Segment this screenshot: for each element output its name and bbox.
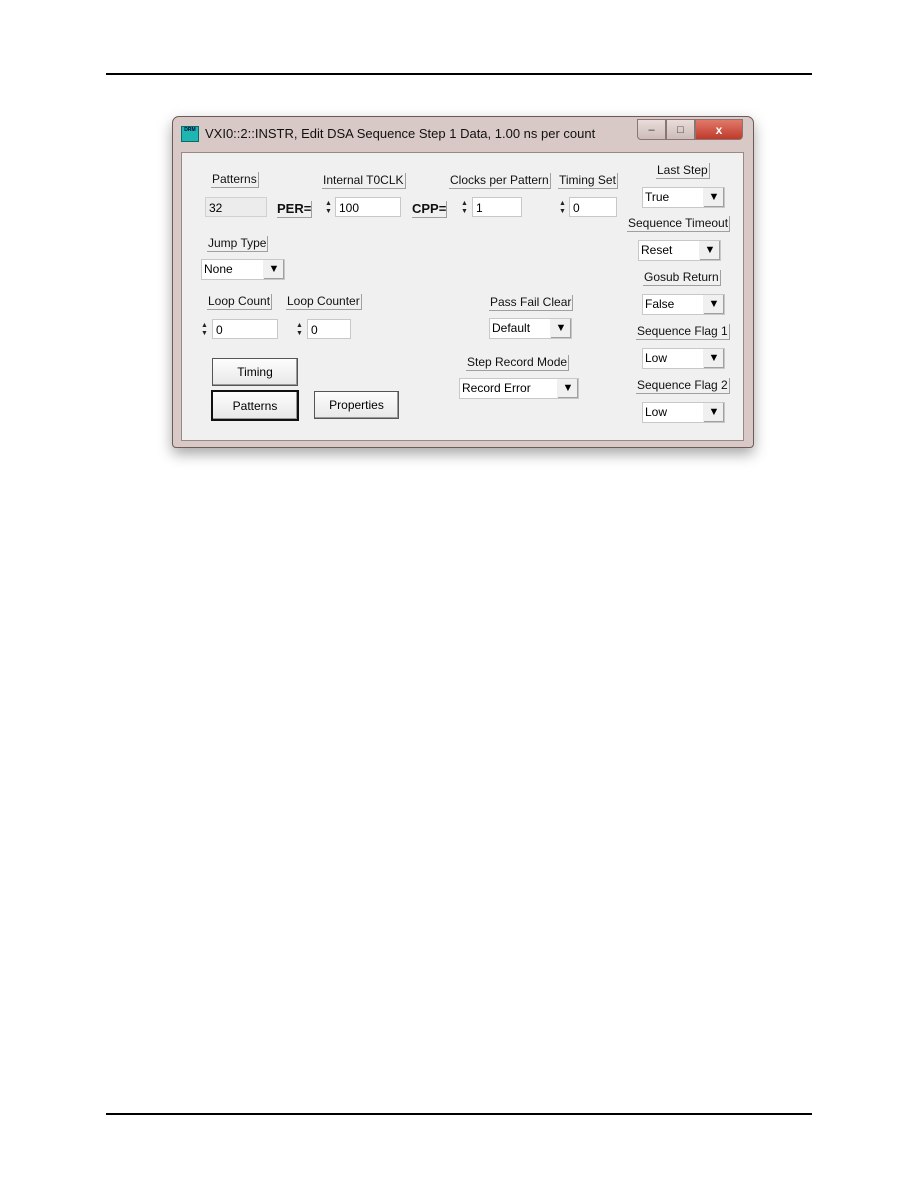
last-step-select[interactable]: True ▼	[642, 187, 725, 208]
patterns-label: Patterns	[211, 172, 259, 188]
spin-down-icon: ▼	[296, 330, 303, 337]
last-step-label: Last Step	[656, 163, 710, 179]
close-button[interactable]: x	[695, 119, 743, 140]
spin-down-icon: ▼	[201, 330, 208, 337]
spin-up-icon: ▲	[461, 200, 468, 207]
step-record-mode-label: Step Record Mode	[466, 355, 570, 371]
internal-t0clk-input[interactable]: 100	[335, 197, 401, 217]
maximize-icon: □	[677, 123, 684, 136]
window-title: VXI0::2::INSTR, Edit DSA Sequence Step 1…	[205, 126, 596, 141]
dropdown-arrow-icon[interactable]: ▼	[703, 403, 724, 422]
footer-rule	[106, 1113, 812, 1115]
dropdown-arrow-icon[interactable]: ▼	[703, 295, 724, 314]
minimize-icon: –	[648, 123, 655, 136]
internal-t0clk-spinner[interactable]: ▲ ▼	[325, 198, 334, 218]
dialog-window: DRM VXI0::2::INSTR, Edit DSA Sequence St…	[172, 116, 754, 448]
properties-button[interactable]: Properties	[314, 391, 399, 419]
pass-fail-clear-label: Pass Fail Clear	[489, 295, 574, 311]
gosub-return-value: False	[645, 297, 675, 311]
step-record-mode-select[interactable]: Record Error ▼	[459, 378, 579, 399]
sequence-flag-2-value: Low	[645, 405, 668, 419]
timing-set-label: Timing Set	[558, 173, 618, 189]
loop-count-spinner[interactable]: ▲ ▼	[201, 320, 210, 340]
title-bar[interactable]: DRM VXI0::2::INSTR, Edit DSA Sequence St…	[173, 117, 753, 149]
loop-counter-label: Loop Counter	[286, 294, 362, 310]
spin-down-icon: ▼	[325, 208, 332, 215]
jump-type-label: Jump Type	[207, 236, 269, 252]
jump-type-select[interactable]: None ▼	[201, 259, 285, 280]
dropdown-arrow-icon[interactable]: ▼	[703, 349, 724, 368]
cpp-label: CPP=	[412, 201, 448, 218]
loop-count-input[interactable]: 0	[212, 319, 278, 339]
dropdown-arrow-icon[interactable]: ▼	[557, 379, 578, 398]
timing-set-spinner[interactable]: ▲ ▼	[559, 198, 568, 218]
app-icon: DRM	[181, 126, 199, 142]
dialog-client-area: Patterns 32 PER= Internal T0CLK ▲ ▼ 100 …	[181, 152, 744, 441]
spin-up-icon: ▲	[201, 322, 208, 329]
spin-up-icon: ▲	[296, 322, 303, 329]
maximize-button[interactable]: □	[666, 119, 695, 140]
internal-t0clk-label: Internal T0CLK	[322, 173, 406, 189]
sequence-timeout-value: Reset	[641, 243, 673, 257]
sequence-flag-1-value: Low	[645, 351, 668, 365]
clocks-per-pattern-label: Clocks per Pattern	[449, 173, 551, 189]
dropdown-arrow-icon[interactable]: ▼	[550, 319, 571, 338]
dropdown-arrow-icon[interactable]: ▼	[703, 188, 724, 207]
step-record-mode-value: Record Error	[462, 381, 531, 395]
spin-down-icon: ▼	[559, 208, 566, 215]
clocks-per-pattern-spinner[interactable]: ▲ ▼	[461, 198, 470, 218]
sequence-timeout-select[interactable]: Reset ▼	[638, 240, 721, 261]
jump-type-value: None	[204, 262, 233, 276]
minimize-button[interactable]: –	[637, 119, 666, 140]
per-label: PER=	[277, 201, 313, 218]
sequence-flag-1-label: Sequence Flag 1	[636, 324, 730, 340]
header-rule	[106, 73, 812, 75]
pass-fail-clear-select[interactable]: Default ▼	[489, 318, 572, 339]
patterns-field: 32	[205, 197, 267, 217]
sequence-flag-2-label: Sequence Flag 2	[636, 378, 730, 394]
spin-up-icon: ▲	[559, 200, 566, 207]
gosub-return-label: Gosub Return	[643, 270, 721, 286]
clocks-per-pattern-input[interactable]: 1	[472, 197, 522, 217]
loop-counter-spinner[interactable]: ▲ ▼	[296, 320, 305, 340]
dropdown-arrow-icon[interactable]: ▼	[699, 241, 720, 260]
patterns-button[interactable]: Patterns	[211, 390, 299, 421]
gosub-return-select[interactable]: False ▼	[642, 294, 725, 315]
sequence-timeout-label: Sequence Timeout	[627, 216, 731, 232]
loop-count-label: Loop Count	[207, 294, 273, 310]
dropdown-arrow-icon[interactable]: ▼	[263, 260, 284, 279]
timing-set-input[interactable]: 0	[569, 197, 617, 217]
loop-counter-input[interactable]: 0	[307, 319, 351, 339]
spin-down-icon: ▼	[461, 208, 468, 215]
last-step-value: True	[645, 190, 670, 204]
sequence-flag-2-select[interactable]: Low ▼	[642, 402, 725, 423]
pass-fail-clear-value: Default	[492, 321, 531, 335]
close-icon: x	[715, 122, 723, 137]
timing-button[interactable]: Timing	[212, 358, 298, 386]
spin-up-icon: ▲	[325, 200, 332, 207]
sequence-flag-1-select[interactable]: Low ▼	[642, 348, 725, 369]
